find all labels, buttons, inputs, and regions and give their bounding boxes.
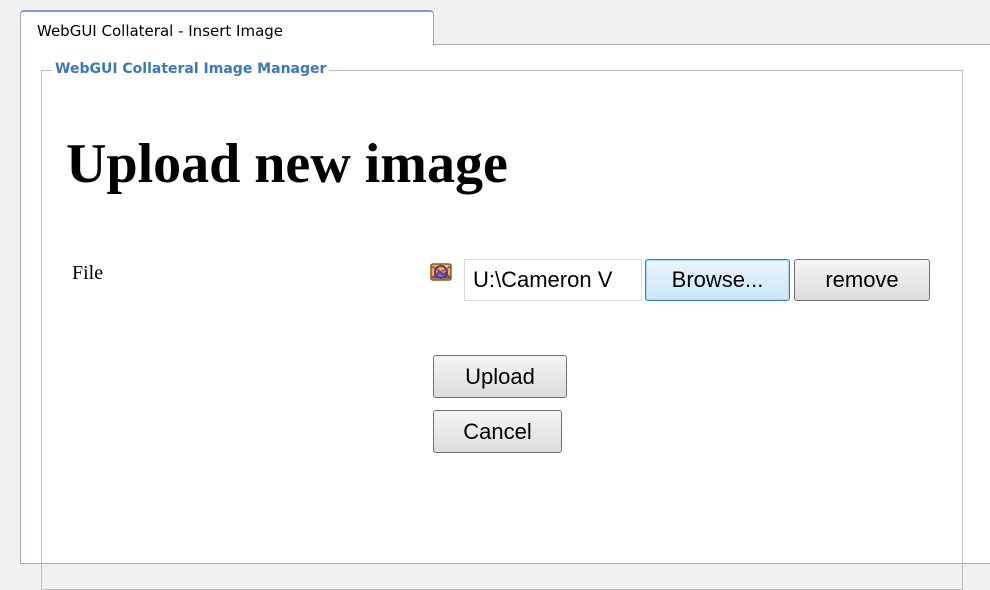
tab-insert-image[interactable]: WebGUI Collateral - Insert Image	[20, 10, 434, 46]
file-label: File	[72, 262, 104, 284]
remove-button[interactable]: remove	[794, 259, 930, 301]
tab-panel: WebGUI Collateral Image Manager	[20, 44, 990, 590]
page-title: Upload new image	[66, 133, 508, 195]
file-path-field[interactable]	[464, 259, 642, 301]
cancel-button[interactable]: Cancel	[433, 410, 562, 453]
upload-button[interactable]: Upload	[433, 355, 567, 398]
image-file-icon	[429, 260, 455, 284]
tab-label: WebGUI Collateral - Insert Image	[37, 22, 284, 40]
fieldset-legend: WebGUI Collateral Image Manager	[52, 61, 330, 77]
browse-button[interactable]: Browse...	[645, 259, 790, 301]
